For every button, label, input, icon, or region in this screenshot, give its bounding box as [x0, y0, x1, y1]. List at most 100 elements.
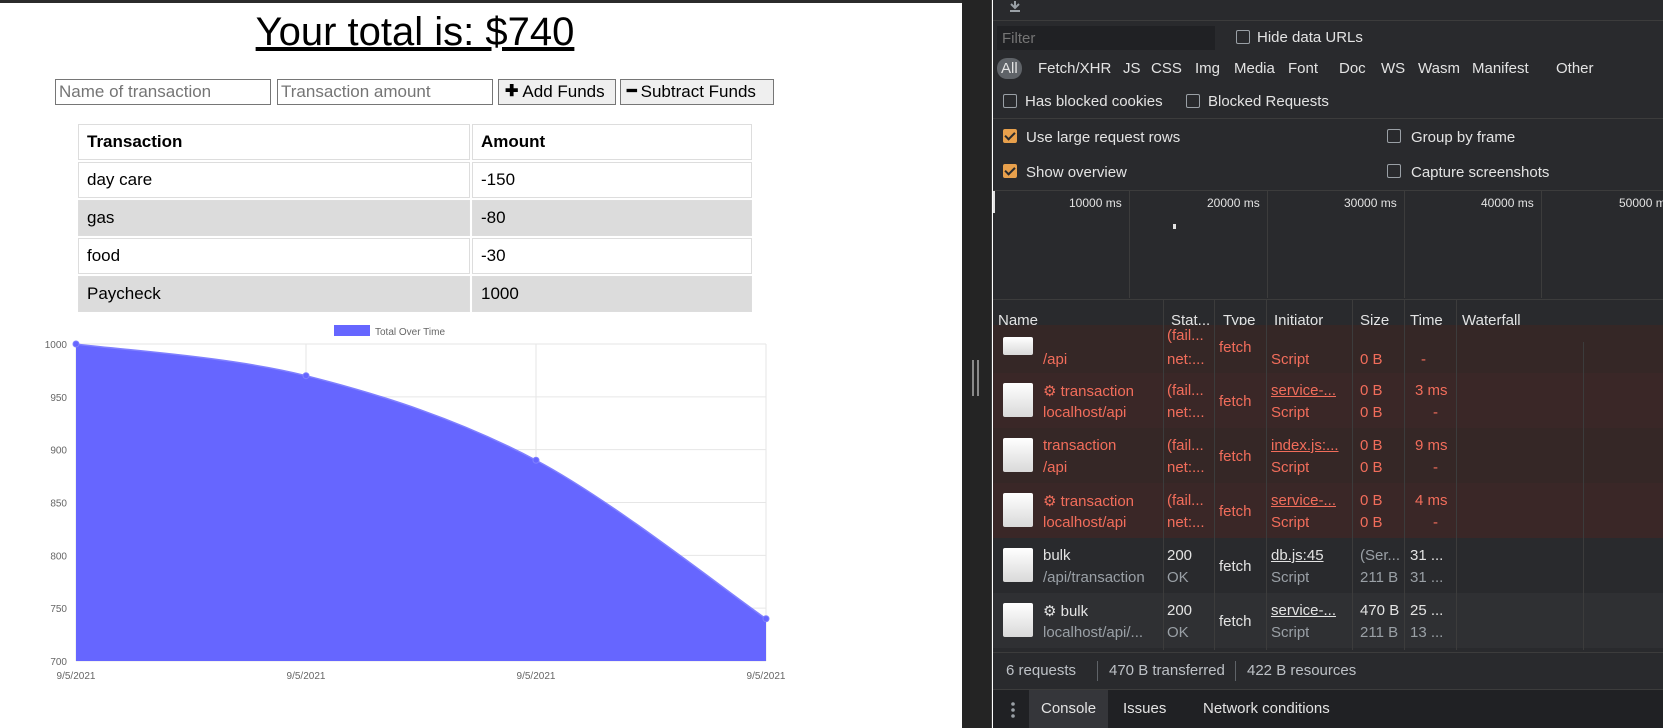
request-latency: -: [1433, 404, 1438, 421]
request-row[interactable]: ⚙ transaction localhost/api (fail... net…: [993, 373, 1663, 428]
request-name: bulk: [1043, 547, 1071, 564]
request-initiator-link[interactable]: service-...: [1271, 382, 1336, 399]
request-status: (fail...: [1167, 382, 1204, 399]
request-latency: -: [1433, 459, 1438, 476]
show-overview-checkbox[interactable]: [1003, 164, 1017, 178]
filter-type-js[interactable]: JS: [1123, 60, 1141, 77]
request-row[interactable]: ⚙ transaction localhost/api (fail... net…: [993, 483, 1663, 538]
request-initiator-link[interactable]: db.js:45: [1271, 547, 1324, 564]
drawer-tab-network-conditions[interactable]: Network conditions: [1191, 690, 1342, 728]
request-status-text: net:...: [1167, 351, 1205, 368]
filter-type-ws[interactable]: WS: [1381, 60, 1405, 77]
row-name: gas: [78, 200, 470, 236]
request-initiator-type: Script: [1271, 514, 1310, 531]
panel-splitter[interactable]: [962, 0, 992, 728]
request-size: 0 B: [1360, 437, 1383, 454]
row-name: Paycheck: [78, 276, 470, 312]
row-name: food: [78, 238, 470, 274]
request-type: fetch: [1219, 558, 1252, 575]
request-path: /api/transaction: [1043, 569, 1145, 586]
resources-size: 422 B resources: [1247, 662, 1357, 679]
subtract-funds-label: Subtract Funds: [640, 82, 756, 101]
group-by-frame-checkbox[interactable]: [1387, 129, 1401, 143]
capture-screenshots-label: Capture screenshots: [1411, 164, 1550, 181]
request-row[interactable]: /api (fail... net:... fetch Script 0 B -: [993, 325, 1663, 373]
request-initiator-link[interactable]: index.js:...: [1271, 437, 1339, 454]
drawer-tab-console[interactable]: Console: [1029, 690, 1109, 728]
request-size: 0 B: [1360, 382, 1383, 399]
group-by-frame-label: Group by frame: [1411, 129, 1516, 146]
request-row[interactable]: ⚙ bulk localhost/api/... 200 OK fetch se…: [993, 593, 1663, 648]
row-amount: 1000: [472, 276, 752, 312]
capture-screenshots-checkbox[interactable]: [1387, 164, 1401, 178]
hide-data-urls-checkbox[interactable]: [1236, 30, 1250, 44]
blocked-requests-checkbox[interactable]: [1186, 94, 1200, 108]
minus-icon: ━: [627, 83, 637, 100]
request-latency: -: [1433, 514, 1438, 531]
request-size: 0 B: [1360, 492, 1383, 509]
data-point: [762, 615, 770, 623]
filter-type-css[interactable]: CSS: [1151, 60, 1182, 77]
transaction-name-input[interactable]: [55, 79, 271, 105]
request-size: (Ser...: [1360, 547, 1401, 564]
has-blocked-cookies-checkbox[interactable]: [1003, 94, 1017, 108]
request-name: ⚙ transaction: [1043, 383, 1134, 400]
plus-icon: ✚: [505, 83, 519, 100]
x-tick-label: 9/5/2021: [287, 671, 326, 682]
transaction-amount-input[interactable]: [277, 79, 493, 105]
x-tick-label: 9/5/2021: [517, 671, 556, 682]
transactions-table: Transaction Amount day care -150 gas -80…: [76, 122, 754, 314]
filter-type-img[interactable]: Img: [1195, 60, 1220, 77]
request-resource-size: 211 B: [1360, 569, 1399, 586]
request-status-text: net:...: [1167, 514, 1205, 531]
more-menu-icon[interactable]: [1011, 700, 1015, 720]
request-resource-size: 0 B: [1360, 514, 1383, 531]
request-path: localhost/api: [1043, 514, 1127, 531]
add-funds-label: Add Funds: [522, 82, 605, 101]
gear-icon: ⚙: [1043, 603, 1057, 620]
filter-type-font[interactable]: Font: [1288, 60, 1318, 77]
request-status: (fail...: [1167, 492, 1204, 509]
download-icon[interactable]: [1007, 0, 1023, 12]
filter-type-doc[interactable]: Doc: [1339, 60, 1366, 77]
table-row: Paycheck 1000: [78, 276, 752, 312]
request-name: transaction: [1043, 437, 1117, 454]
request-initiator-link[interactable]: service-...: [1271, 602, 1336, 619]
request-time: 25 ...: [1410, 602, 1444, 619]
row-amount: -30: [472, 238, 752, 274]
request-name: ⚙ transaction: [1043, 493, 1134, 510]
filter-type-all[interactable]: All: [997, 58, 1022, 79]
file-icon: [1003, 548, 1033, 582]
legend-label: Total Over Time: [375, 327, 445, 338]
y-tick-label: 800: [50, 551, 67, 562]
filter-type-wasm[interactable]: Wasm: [1418, 60, 1460, 77]
top-border: [0, 0, 962, 3]
file-icon: [1003, 383, 1033, 417]
request-initiator-link[interactable]: service-...: [1271, 492, 1336, 509]
data-point: [302, 372, 310, 380]
request-name: ⚙ bulk: [1043, 603, 1089, 620]
request-type: fetch: [1219, 339, 1252, 356]
file-icon: [1003, 438, 1033, 472]
request-latency: 13 ...: [1410, 624, 1444, 641]
request-row[interactable]: bulk /api/transaction 200 OK fetch db.js…: [993, 538, 1663, 593]
request-resource-size: 0 B: [1360, 404, 1383, 421]
header-amount: Amount: [472, 124, 752, 160]
request-time: 3 ms: [1415, 382, 1448, 399]
drag-handle-icon[interactable]: [972, 360, 980, 396]
filter-type-fetch-xhr[interactable]: Fetch/XHR: [1038, 60, 1111, 77]
filter-input[interactable]: [997, 26, 1215, 50]
drawer-tab-issues[interactable]: Issues: [1111, 690, 1178, 728]
timeline-tick: 40000 ms: [1481, 196, 1534, 210]
request-time: 31 ...: [1410, 547, 1444, 564]
use-large-rows-checkbox[interactable]: [1003, 129, 1017, 143]
y-tick-label: 850: [50, 499, 67, 510]
filter-type-manifest[interactable]: Manifest: [1472, 60, 1529, 77]
add-funds-button[interactable]: ✚ Add Funds: [498, 79, 616, 105]
data-point: [72, 340, 80, 348]
filter-type-other[interactable]: Other: [1556, 60, 1594, 77]
request-status: 200: [1167, 602, 1193, 619]
filter-type-media[interactable]: Media: [1234, 60, 1275, 77]
subtract-funds-button[interactable]: ━ Subtract Funds: [620, 79, 774, 105]
request-row[interactable]: transaction /api (fail... net:... fetch …: [993, 428, 1663, 483]
